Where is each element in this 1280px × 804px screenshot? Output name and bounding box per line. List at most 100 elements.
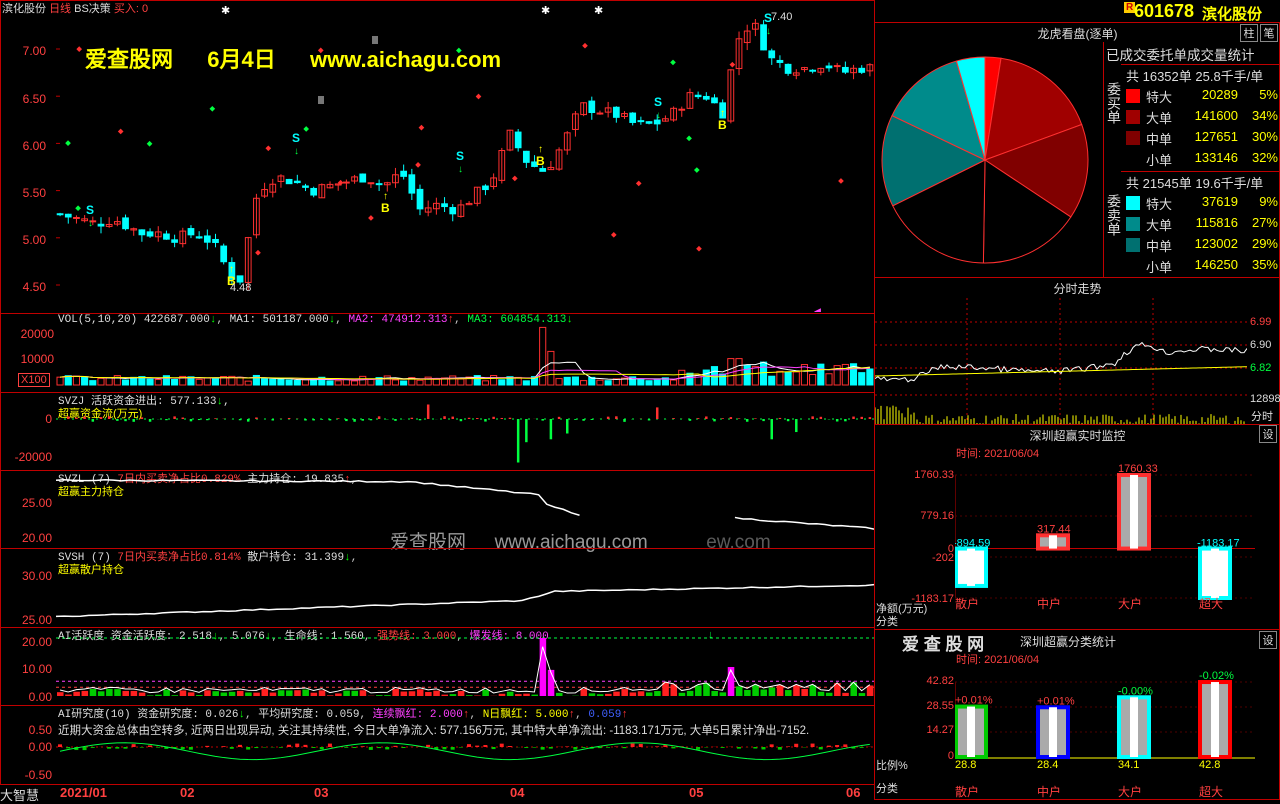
buy-signal: B <box>536 154 545 168</box>
ai-activity-bar <box>172 695 179 696</box>
candle <box>360 174 366 182</box>
tab-bar-chart[interactable]: 柱 <box>1240 24 1258 42</box>
ai-activity-bar <box>401 692 408 696</box>
ai-research-bar <box>369 747 373 750</box>
ai-activity-bar <box>687 691 694 696</box>
ai-activity-bar <box>131 691 138 696</box>
tab-trade-detail[interactable]: 笔 <box>1260 24 1278 42</box>
ai-research-t1: 资金研究度: 0.026 <box>137 709 238 721</box>
ai-activity-bar <box>646 692 653 696</box>
ai-activity-chart[interactable]: ↓ <box>56 628 874 705</box>
volume-bar <box>581 381 587 385</box>
realtime-title: 深圳超赢实时监控 <box>875 427 1280 444</box>
candle <box>597 113 603 114</box>
ai-research-bar <box>508 746 512 747</box>
classify-bar-highlight <box>1130 697 1138 757</box>
volume-bar <box>818 364 824 385</box>
volume-bar <box>523 381 529 385</box>
candle <box>523 151 529 162</box>
volume-bar <box>163 376 169 385</box>
realtime-bar-highlight <box>1130 475 1138 549</box>
classify-y-tick: 14.27 <box>900 724 954 736</box>
signal-arrow: ↓ <box>766 26 771 37</box>
minute-chart[interactable] <box>875 298 1247 424</box>
candle <box>409 175 415 193</box>
signal-dot <box>75 205 81 211</box>
ai-research-bar <box>205 746 209 747</box>
candle <box>777 60 783 62</box>
candle <box>483 186 489 190</box>
order-stat-row: 特大202895% <box>1126 87 1278 106</box>
signal-dot <box>476 94 482 100</box>
ai-research-bar <box>721 747 725 748</box>
main-position-y-tick: 20.00 <box>0 531 52 545</box>
row-name: 特大 <box>1146 197 1172 212</box>
ai-activity-bar <box>581 689 588 696</box>
volume-bar <box>302 380 308 385</box>
signal-dot <box>611 232 617 238</box>
ai-research-chart[interactable] <box>56 735 874 784</box>
order-pie-chart[interactable] <box>880 48 1105 273</box>
ai-research-bar <box>500 744 504 747</box>
retail-position-chart[interactable] <box>56 549 874 627</box>
row-value: 20289 <box>1202 87 1238 102</box>
signal-dot <box>582 43 588 49</box>
signal-dot <box>730 62 736 68</box>
dragon-table-title: 已成交委托单成交量统计 <box>1106 44 1255 64</box>
fund-flow-chart[interactable] <box>56 393 874 470</box>
volume-bar <box>286 380 292 385</box>
signal-dot <box>255 250 261 256</box>
candle <box>679 109 685 110</box>
ai-activity-bar <box>793 685 800 696</box>
classify-settings-button[interactable]: 设 <box>1259 631 1277 649</box>
gray-marker <box>318 96 324 104</box>
ai-activity-bar <box>212 691 219 696</box>
minute-price-line <box>875 343 1247 382</box>
kline-y-tick: 4.50 <box>0 280 46 294</box>
candle <box>139 230 145 235</box>
ai-research-bar <box>181 747 185 749</box>
ai-activity-bar <box>343 691 350 696</box>
ai-activity-bar <box>736 686 743 696</box>
minute-price-mid: 6.90 <box>1250 339 1271 351</box>
ai-activity-bar <box>409 691 416 696</box>
volume-bar <box>351 381 357 385</box>
signal-dot <box>686 136 692 142</box>
row-pct: 35% <box>1252 257 1278 272</box>
ai-activity-bar <box>245 692 252 696</box>
ai-research-bar <box>254 747 258 748</box>
candlestick-chart[interactable]: S↓S↓S↓S↓S↓↑B↑B↑B↑B✱✱✱◀ <box>56 2 874 312</box>
ai-activity-bar <box>695 685 702 696</box>
candle <box>695 95 701 96</box>
realtime-bar-chart[interactable]: -894.59散户317.44中户1760.33大户-1183.17超大 <box>955 460 1265 610</box>
volume-bar <box>777 371 783 385</box>
ai-research-bar <box>598 747 602 748</box>
buy-signal: B <box>381 201 390 215</box>
signal-arrow: ↓ <box>294 146 299 157</box>
ai-activity-bar <box>319 690 326 696</box>
classify-bar-chart[interactable]: +0.01%28.8散户+0.01%28.4中户-0.00%34.1大户-0.0… <box>955 665 1265 800</box>
ai-activity-bar <box>122 691 129 696</box>
realtime-bar-highlight <box>967 549 975 586</box>
ai-activity-bar <box>163 690 170 696</box>
volume-bar <box>147 379 153 385</box>
ai-research-y-tick: 0.00 <box>0 740 52 754</box>
ai-research-bar <box>475 746 479 747</box>
row-value: 146250 <box>1195 257 1238 272</box>
ai-activity-y-tick: 20.00 <box>0 635 52 649</box>
ai-research-bar <box>91 747 95 748</box>
volume-chart[interactable] <box>56 325 874 391</box>
ai-activity-bar <box>270 693 277 696</box>
realtime-settings-button[interactable]: 设 <box>1259 425 1277 443</box>
ai-research-bar <box>189 747 193 750</box>
ai-research-bar <box>402 747 406 748</box>
candle <box>638 121 644 122</box>
realtime-xlabel: 分类 <box>876 613 898 629</box>
kline-y-tick: 5.50 <box>0 186 46 200</box>
kline-y-tick: 5.00 <box>0 233 46 247</box>
volume-bar <box>482 381 488 385</box>
volume-bar <box>82 377 88 385</box>
row-swatch <box>1126 196 1140 210</box>
volume-bar <box>417 380 423 385</box>
ai-research-bar <box>156 747 160 748</box>
